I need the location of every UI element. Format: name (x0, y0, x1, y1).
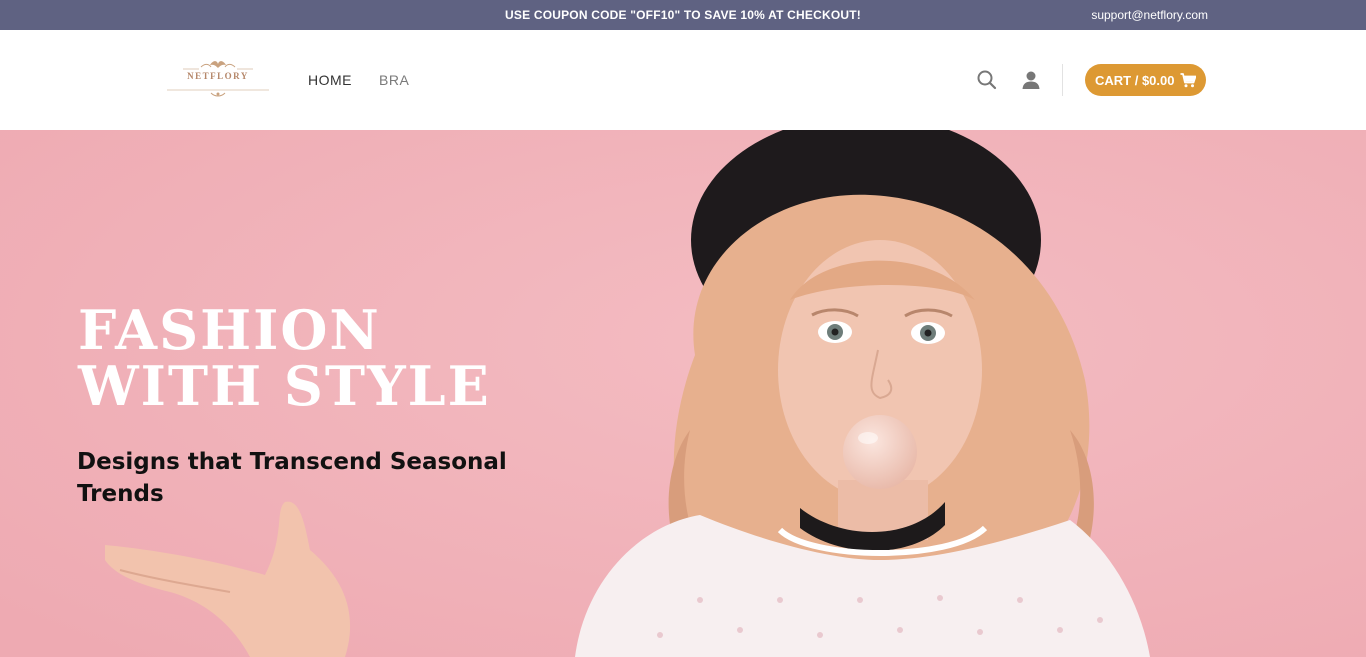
main-nav: HOME BRA (308, 30, 436, 130)
user-icon[interactable] (1019, 68, 1043, 92)
logo-text: NETFLORY (187, 71, 249, 81)
header-divider (1062, 64, 1063, 96)
search-icon[interactable] (975, 68, 999, 92)
support-email-link[interactable]: support@netflory.com (1091, 0, 1208, 30)
hero-title-line-2: WITH STYLE (78, 354, 491, 418)
nav-item-bra[interactable]: BRA (379, 72, 409, 88)
promo-bar: USE COUPON CODE "OFF10" TO SAVE 10% AT C… (0, 0, 1366, 30)
site-header: NETFLORY HOME BRA CART / $0.00 (0, 30, 1366, 130)
cart-button[interactable]: CART / $0.00 (1085, 64, 1206, 96)
nav-item-home[interactable]: HOME (308, 72, 352, 88)
site-logo[interactable]: NETFLORY (163, 57, 273, 99)
hero-subtitle: Designs that Transcend Seasonal Trends (77, 449, 507, 507)
hero-banner: FASHION WITH STYLE Designs that Transcen… (0, 130, 1366, 657)
hero-title: FASHION WITH STYLE (78, 302, 598, 414)
cart-icon (1180, 72, 1197, 87)
cart-label: CART / $0.00 (1095, 72, 1175, 88)
hero-title-line-1: FASHION (78, 298, 381, 362)
